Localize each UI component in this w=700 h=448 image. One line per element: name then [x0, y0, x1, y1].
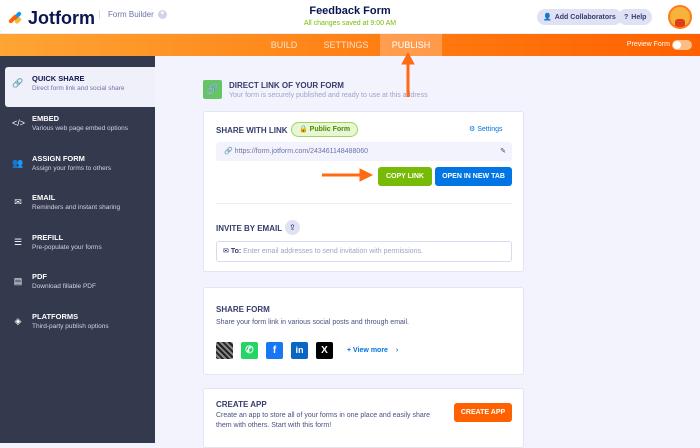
arrow-right-to-copy-link [322, 168, 374, 182]
arrow-up-to-publish [401, 51, 415, 97]
annotation-arrows [322, 51, 415, 182]
